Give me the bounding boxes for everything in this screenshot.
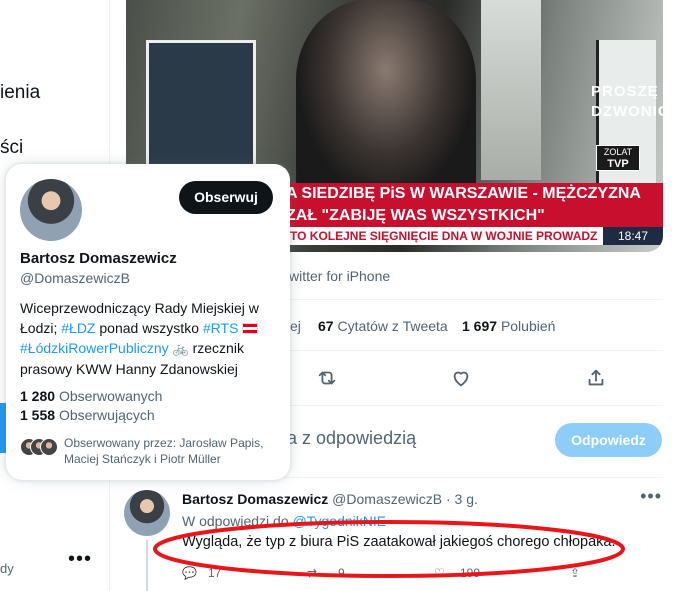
profile-handle[interactable]: @DomaszewiczB [20, 270, 130, 286]
more-options-icon[interactable]: ••• [640, 486, 662, 507]
reply-button[interactable]: Odpowiedz [555, 423, 662, 457]
nav-account-more-icon[interactable]: ••• [68, 548, 92, 571]
in-reply-to-link[interactable]: @TygodnikNIE [293, 513, 387, 529]
thread-line [146, 540, 148, 591]
likes-stat[interactable]: 1 697 Polubień [462, 318, 555, 334]
blurred-person [296, 0, 476, 200]
reply-tweet[interactable]: Bartosz Domaszewicz @DomaszewiczB · 3 g.… [110, 478, 680, 591]
follow-button[interactable]: Obserwuj [179, 181, 273, 214]
profile-bio: Wiceprzewodniczący Rady Miejskiej w Łodz… [20, 298, 276, 379]
share-icon[interactable] [585, 367, 607, 389]
hashtag-link[interactable]: #ŁódzkiRowerPubliczny [20, 340, 169, 356]
avatar[interactable] [20, 179, 82, 241]
quotes-count: 67 [318, 318, 334, 334]
like-icon[interactable] [450, 367, 472, 389]
headline-line-1: A SIEDZIBĘ PiS W WARSZAWIE - MĘŻCZYZNA [286, 185, 641, 202]
avatar [40, 438, 58, 456]
reply-icon[interactable]: 💬 [182, 566, 197, 580]
quotes-label: Cytatów z Tweeta [337, 318, 448, 334]
in-reply-to: W odpowiedzi do @TygodnikNIE [182, 513, 386, 529]
likes-count: 1 697 [462, 318, 498, 334]
followers-number: 1 558 [20, 407, 56, 423]
followers-label: Obserwujących [58, 407, 155, 423]
followers-count[interactable]: 1 558 Obserwujących [20, 407, 155, 423]
retweet-icon[interactable] [316, 367, 338, 389]
mutual-followers-avatars [20, 438, 60, 456]
hashtag-link[interactable]: #RTS [203, 320, 239, 336]
following-number: 1 280 [20, 388, 56, 404]
profile-hovercard: Obserwuj Bartosz Domaszewicz @Domaszewic… [6, 164, 290, 480]
profile-name[interactable]: Bartosz Domaszewicz [20, 250, 177, 267]
bicycle-icon: 🚲 [172, 341, 189, 356]
like-icon[interactable]: ♡ [434, 566, 445, 580]
quote-tweets-stat[interactable]: 67 Cytatów z Tweeta [318, 318, 448, 334]
retweet-count: 9 [338, 566, 345, 580]
background-door [481, 0, 541, 180]
following-count[interactable]: 1 280 Obserwowanych [20, 388, 162, 404]
channel-logo-bottom: TVP [607, 158, 629, 170]
door-sign: PROSZĘ DZWONIĆ [591, 83, 663, 120]
tweet-source[interactable]: witter for iPhone [289, 268, 390, 284]
in-reply-to-label: W odpowiedzi do [182, 513, 289, 529]
nav-item-messages[interactable]: ści [0, 137, 23, 159]
twitter-page: ienia ści dy ••• PROSZĘ DZWONIĆ ZOLAT TV… [0, 0, 680, 591]
bio-text: ponad wszystko [95, 320, 203, 336]
reply-tweet-actions: 💬 17 ⇄ 9 ♡ 199 ⇪ [182, 566, 602, 586]
reply-composer-placeholder[interactable]: a z odpowiedzią [287, 428, 416, 449]
likes-label: Polubień [500, 318, 556, 334]
retweets-stat-partial[interactable]: ej [290, 318, 301, 334]
retweet-icon[interactable]: ⇄ [307, 566, 317, 580]
headline-line-2: ZAŁ "ZABIJĘ WAS WSZYSTKICH" [286, 207, 545, 224]
reply-header: Bartosz Domaszewicz @DomaszewiczB · 3 g. [182, 491, 478, 507]
following-label: Obserwowanych [58, 388, 163, 404]
austria-flag-icon [242, 323, 259, 334]
hashtag-link[interactable]: #ŁDZ [61, 320, 95, 336]
tweet-time[interactable]: · 3 g. [446, 491, 478, 507]
like-count: 199 [460, 566, 481, 580]
avatar[interactable] [124, 490, 170, 536]
share-icon[interactable]: ⇪ [570, 566, 580, 580]
channel-logo: ZOLAT TVP [596, 145, 640, 171]
nav-item-partial[interactable] [0, 20, 5, 42]
author-handle[interactable]: @DomaszewiczB [332, 491, 442, 507]
news-clock: 18:47 [603, 227, 663, 245]
followed-by-text[interactable]: Obserwowany przez: Jarosław Papis, Macie… [64, 435, 278, 467]
nav-account-handle[interactable]: dy [0, 561, 14, 576]
reply-tweet-text: Wygląda, że typ z biura PiS zaatakował j… [182, 534, 616, 550]
reply-count: 17 [208, 566, 222, 580]
channel-logo-top: ZOLAT [603, 147, 633, 157]
background-window [146, 40, 256, 180]
nav-item-notifications[interactable]: ienia [0, 82, 40, 104]
author-name[interactable]: Bartosz Domaszewicz [182, 491, 328, 507]
